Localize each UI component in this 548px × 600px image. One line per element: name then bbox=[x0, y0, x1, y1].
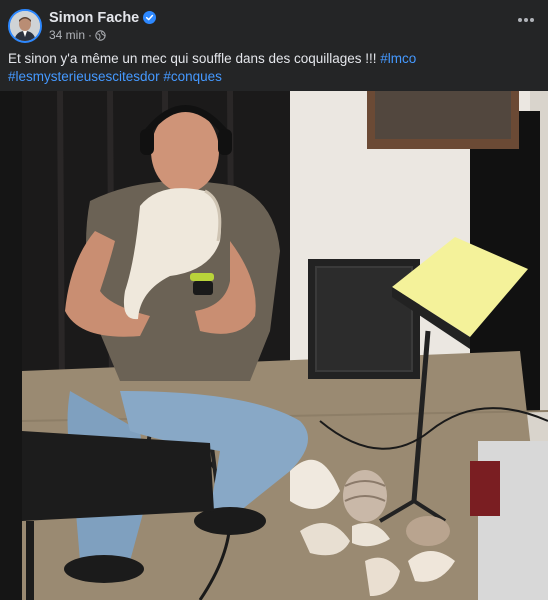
post-meta: 34 min · bbox=[49, 28, 106, 44]
photo-illustration bbox=[0, 91, 548, 600]
hashtag-lmco[interactable]: #lmco bbox=[380, 51, 416, 66]
meta-separator: · bbox=[88, 28, 93, 42]
caption-text: Et sinon y'a même un mec qui souffle dan… bbox=[8, 51, 381, 66]
author-name-text[interactable]: Simon Fache bbox=[49, 10, 139, 26]
verified-badge-icon bbox=[143, 11, 157, 28]
post-timestamp[interactable]: 34 min bbox=[49, 28, 85, 42]
globe-icon[interactable] bbox=[95, 30, 106, 44]
post-caption: Et sinon y'a même un mec qui souffle dan… bbox=[8, 50, 540, 86]
facebook-post: Simon Fache 34 min · Et sinon y'a même un… bbox=[0, 0, 548, 600]
hashtag-conques[interactable]: #conques bbox=[163, 69, 222, 84]
hashtag-lesmysterieusescitesdor[interactable]: #lesmysterieusescitesdor bbox=[8, 69, 160, 84]
post-header: Simon Fache 34 min · bbox=[0, 0, 548, 44]
more-options-icon[interactable] bbox=[512, 10, 540, 30]
post-photo[interactable] bbox=[0, 91, 548, 600]
author-avatar[interactable] bbox=[8, 9, 42, 43]
author-name[interactable]: Simon Fache bbox=[49, 10, 157, 28]
